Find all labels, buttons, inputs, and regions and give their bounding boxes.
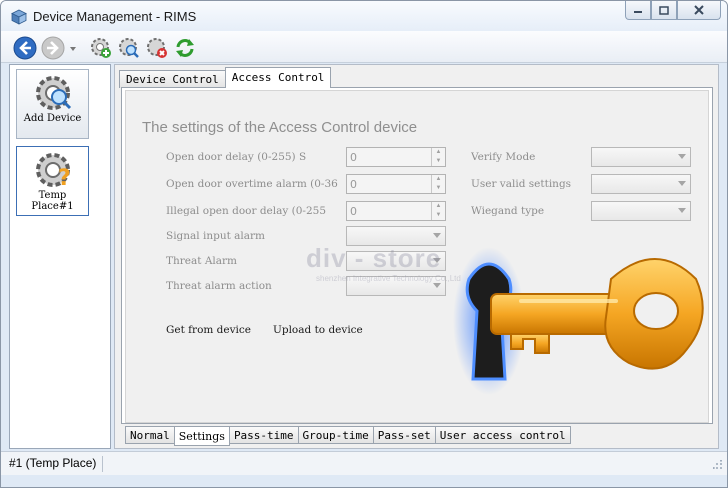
maximize-button[interactable]: [651, 1, 677, 20]
device-list-panel: Add Device ? Temp Place#1: [9, 64, 111, 449]
wiegand-type-select[interactable]: [591, 201, 691, 221]
illegal-open-delay-spinner[interactable]: 0 ▲ ▼: [346, 201, 446, 221]
window-controls: [625, 1, 721, 21]
tab-device-control[interactable]: Device Control: [119, 70, 226, 88]
illegal-open-delay-value: 0: [350, 205, 357, 218]
settings-heading: The settings of the Access Control devic…: [142, 119, 418, 136]
tab-user-access-control[interactable]: User access control: [434, 426, 571, 444]
user-valid-settings-select[interactable]: [591, 174, 691, 194]
overtime-alarm-value: 0: [350, 178, 357, 191]
chevron-down-icon: [678, 208, 686, 213]
tab-access-control[interactable]: Access Control: [224, 67, 332, 88]
add-device-button[interactable]: Add Device: [16, 69, 89, 139]
verify-mode-label: Verify Mode: [471, 151, 536, 163]
refresh-icon[interactable]: [173, 36, 197, 60]
chevron-down-icon: [433, 233, 441, 238]
spinner-arrows[interactable]: ▲ ▼: [431, 175, 445, 193]
watermark-subtext: shenzhen Integrative Technology Co.,Ltd: [316, 274, 461, 283]
add-device-gear-icon: [35, 76, 71, 110]
verify-mode-select[interactable]: [591, 147, 691, 167]
delete-device-icon[interactable]: [145, 36, 169, 60]
resize-grip-icon[interactable]: [713, 460, 723, 470]
key-illustration-icon: [453, 247, 704, 395]
spin-up-icon: ▲: [435, 176, 442, 182]
app-window: Device Management - RIMS Add Device ? Te…: [0, 0, 728, 488]
forward-arrow-icon[interactable]: [41, 36, 65, 60]
add-device-icon[interactable]: [89, 36, 113, 60]
device-item-label: Temp Place#1: [31, 190, 74, 212]
access-control-page: The settings of the Access Control devic…: [121, 87, 713, 424]
spin-up-icon: ▲: [435, 149, 442, 155]
tab-normal[interactable]: Normal: [125, 426, 175, 444]
device-unknown-gear-icon: ?: [35, 153, 71, 190]
back-arrow-icon[interactable]: [13, 36, 37, 60]
status-text: #1 (Temp Place): [9, 456, 104, 472]
window-title: Device Management - RIMS: [33, 9, 197, 24]
close-button[interactable]: [677, 1, 721, 20]
minimize-button[interactable]: [625, 1, 651, 20]
toolbar: [1, 31, 727, 63]
app-cube-icon: [11, 9, 27, 25]
tab-settings[interactable]: Settings: [173, 426, 230, 446]
spinner-arrows[interactable]: ▲ ▼: [431, 148, 445, 166]
open-door-delay-spinner[interactable]: 0 ▲ ▼: [346, 147, 446, 167]
chevron-down-icon: [678, 181, 686, 186]
tab-pass-time[interactable]: Pass-time: [228, 426, 299, 444]
overtime-alarm-spinner[interactable]: 0 ▲ ▼: [346, 174, 446, 194]
chevron-down-icon: [433, 283, 441, 288]
open-door-delay-value: 0: [350, 151, 357, 164]
svg-text:?: ?: [58, 166, 71, 190]
watermark-text: div - store: [306, 243, 442, 273]
spinner-arrows[interactable]: ▲ ▼: [431, 202, 445, 220]
get-from-device-button[interactable]: Get from device: [166, 324, 251, 336]
tab-pass-set[interactable]: Pass-set: [372, 426, 436, 444]
close-icon: [694, 5, 704, 15]
signal-input-alarm-label: Signal input alarm: [166, 230, 266, 242]
minimize-icon: [634, 11, 642, 13]
spin-down-icon: ▼: [435, 185, 442, 191]
chevron-down-icon: [678, 154, 686, 159]
bottom-tab-bar: Normal Settings Pass-time Group-time Pas…: [125, 426, 571, 446]
settings-panel: The settings of the Access Control devic…: [125, 90, 709, 423]
user-valid-settings-label: User valid settings: [471, 178, 572, 190]
title-bar[interactable]: Device Management - RIMS: [1, 1, 727, 31]
threat-alarm-label: Threat Alarm: [166, 255, 237, 267]
upload-to-device-button[interactable]: Upload to device: [273, 324, 363, 336]
overtime-alarm-label: Open door overtime alarm (0-36: [166, 178, 338, 190]
spin-down-icon: ▼: [435, 158, 442, 164]
maximize-icon: [659, 5, 669, 15]
illegal-open-delay-label: Illegal open door delay (0-255: [166, 205, 327, 217]
open-door-delay-label: Open door delay (0-255) S: [166, 151, 307, 163]
history-dropdown-icon[interactable]: [69, 46, 77, 52]
top-tab-bar: Device Control Access Control: [119, 67, 332, 88]
tab-group-time[interactable]: Group-time: [297, 426, 374, 444]
add-device-label: Add Device: [23, 113, 82, 124]
main-area: Device Control Access Control The settin…: [114, 64, 719, 449]
status-bar: #1 (Temp Place): [1, 451, 727, 475]
device-item-temp-place-1[interactable]: ? Temp Place#1: [16, 146, 89, 216]
wiegand-type-label: Wiegand type: [471, 205, 545, 217]
threat-alarm-action-label: Threat alarm action: [166, 280, 272, 292]
spin-down-icon: ▼: [435, 212, 442, 218]
search-device-icon[interactable]: [117, 36, 141, 60]
spin-up-icon: ▲: [435, 203, 442, 209]
